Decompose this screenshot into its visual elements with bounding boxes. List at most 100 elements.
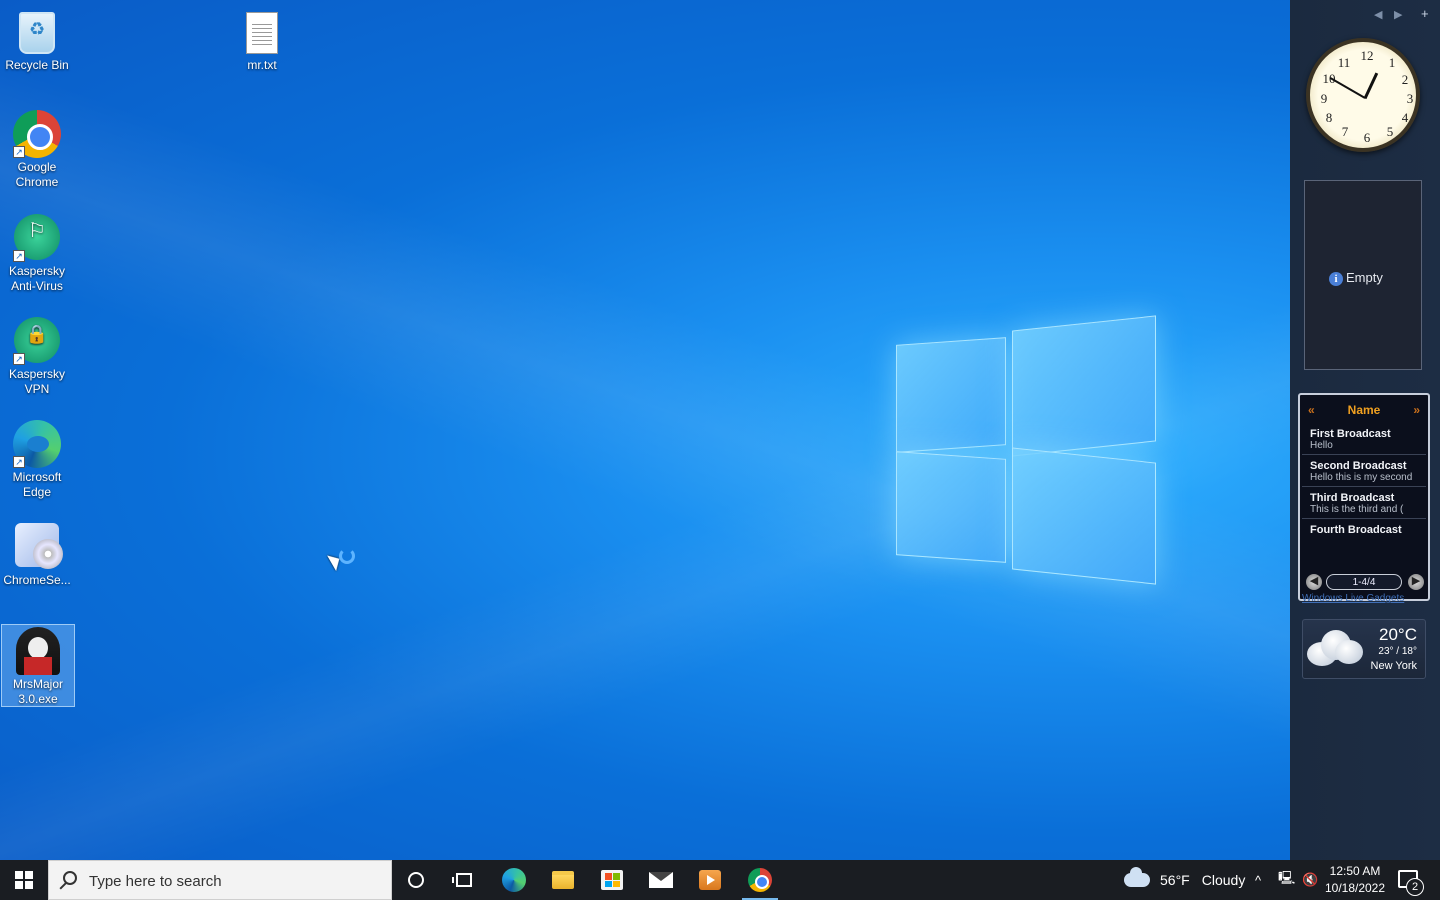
clock-numeral: 1	[1388, 55, 1396, 70]
chevron-up-icon: ^	[1255, 872, 1262, 888]
shortcut-arrow-icon: ↗	[13, 146, 25, 158]
feed-item-snippet: This is the third and (	[1310, 504, 1404, 515]
cortana-button[interactable]	[392, 860, 440, 900]
taskbar-mail[interactable]	[637, 860, 685, 900]
shortcut-arrow-icon: ↗	[13, 456, 25, 468]
kaspersky-vpn-icon: ↗	[13, 317, 61, 365]
taskbar-store[interactable]	[588, 860, 636, 900]
desktop-icon-kaspersky-vpn[interactable]: ↗ Kaspersky VPN	[0, 311, 74, 397]
desktop-icon-label: MrsMajor 3.0.exe	[13, 677, 63, 706]
taskbar-date: 10/18/2022	[1324, 881, 1386, 895]
clock-minute-hand	[1329, 77, 1366, 99]
desktop-icon-label: ChromeSe...	[3, 573, 71, 587]
clock-hour-hand	[1363, 72, 1379, 100]
taskbar-clock[interactable]: 12:50 AM 10/18/2022	[1320, 863, 1390, 897]
feed-page-indicator: 1-4/4	[1326, 574, 1402, 590]
slideshow-empty-status: i Empty	[1329, 270, 1383, 286]
clock-numeral: 7	[1341, 124, 1349, 139]
search-icon	[63, 871, 77, 885]
shortcut-arrow-icon: ↗	[13, 250, 25, 262]
chrome-icon: ↗	[13, 110, 61, 158]
feed-prev-icon[interactable]: «	[1308, 395, 1315, 425]
clock-numeral: 2	[1401, 72, 1409, 87]
taskbar-time: 12:50 AM	[1329, 864, 1381, 878]
windows-start-icon	[15, 871, 33, 889]
feed-page-prev-icon[interactable]: ◀	[1306, 574, 1322, 590]
weather-city: New York	[1370, 660, 1417, 672]
clock-numeral: 6	[1363, 130, 1371, 145]
mail-icon	[649, 872, 673, 888]
slideshow-gadget[interactable]: i Empty	[1304, 180, 1422, 370]
taskbar-media-player[interactable]	[686, 860, 734, 900]
network-icon: 🖳	[1278, 870, 1296, 885]
store-icon	[601, 870, 623, 890]
clock-numeral: 8	[1325, 110, 1333, 125]
desktop-icon-mrsmajor-exe[interactable]: MrsMajor 3.0.exe	[1, 624, 75, 707]
feed-item[interactable]: Second Broadcast Hello this is my second	[1302, 455, 1426, 487]
desktop-icon-label: Kaspersky Anti-Virus	[8, 264, 66, 293]
start-button[interactable]	[0, 860, 48, 900]
clock-numeral: 11	[1337, 55, 1351, 70]
feed-headlines-gadget[interactable]: « Name » First Broadcast Hello Second Br…	[1298, 393, 1430, 601]
network-tray-button[interactable]: 🖳	[1278, 860, 1295, 900]
taskbar-chrome[interactable]	[736, 860, 784, 900]
desktop-icon-label: Microsoft Edge	[12, 470, 62, 499]
feed-next-icon[interactable]: »	[1413, 395, 1420, 425]
desktop-icon-microsoft-edge[interactable]: ↗ Microsoft Edge	[0, 414, 74, 500]
file-explorer-icon	[552, 871, 574, 889]
busy-spinner-icon	[339, 548, 355, 564]
feed-item[interactable]: First Broadcast Hello	[1302, 423, 1426, 455]
taskbar-edge[interactable]	[490, 860, 538, 900]
desktop-icon-chromesetup[interactable]: ChromeSe...	[0, 517, 74, 588]
task-view-button[interactable]	[440, 860, 488, 900]
desktop-icon-recycle-bin[interactable]: Recycle Bin	[0, 2, 74, 73]
feed-pager: ◀ 1-4/4 ▶	[1304, 573, 1426, 591]
feed-item[interactable]: Third Broadcast This is the third and (	[1302, 487, 1426, 519]
shortcut-arrow-icon: ↗	[13, 353, 25, 365]
desktop-icon-google-chrome[interactable]: ↗ Google Chrome	[0, 104, 74, 190]
feed-item-title: Second Broadcast	[1310, 460, 1407, 472]
feed-page-next-icon[interactable]: ▶	[1408, 574, 1424, 590]
desktop-icon-kaspersky-antivirus[interactable]: ↗ Kaspersky Anti-Virus	[0, 208, 74, 294]
chrome-icon	[748, 868, 772, 892]
volume-tray-button[interactable]: 🔇	[1302, 860, 1318, 900]
sidebar-next-icon[interactable]: ▶	[1394, 8, 1402, 21]
recycle-bin-icon	[13, 8, 61, 56]
weather-high-low: 23° / 18°	[1378, 646, 1417, 657]
clock-numeral: 3	[1406, 91, 1414, 106]
clock-numeral: 5	[1386, 124, 1394, 139]
edge-icon: ↗	[13, 420, 61, 468]
taskbar-weather-widget[interactable]: 56°F Cloudy	[1124, 860, 1245, 900]
show-hidden-icons-button[interactable]: ^	[1255, 860, 1261, 900]
windows-logo-wallpaper	[890, 315, 1160, 590]
desktop-icon-mr-txt[interactable]: mr.txt	[225, 2, 299, 73]
taskbar: 56°F Cloudy ^ 🖳 🔇 12:50 AM 10/18/2022 2	[0, 860, 1440, 900]
clock-gadget[interactable]: 12 1 2 3 4 5 6 7 8 9 10 11	[1306, 38, 1420, 152]
setup-disc-icon	[13, 523, 63, 571]
weather-temperature: 20°C	[1379, 625, 1417, 644]
info-icon: i	[1329, 272, 1343, 286]
windows-live-gadgets-link[interactable]: Windows Live Gadgets	[1302, 593, 1404, 604]
desktop-icon-label: Google Chrome	[15, 160, 59, 189]
feed-title[interactable]: Name	[1348, 403, 1381, 417]
mrsmajor-executable-icon	[14, 627, 62, 675]
taskbar-search-box[interactable]	[48, 860, 392, 900]
taskbar-file-explorer[interactable]	[539, 860, 587, 900]
search-input[interactable]	[89, 869, 379, 893]
task-view-icon	[452, 873, 472, 887]
volume-muted-icon: 🔇	[1302, 872, 1319, 887]
cloud-icon	[1124, 867, 1150, 887]
kaspersky-antivirus-icon: ↗	[13, 214, 61, 262]
edge-icon	[502, 868, 526, 892]
sidebar-prev-icon[interactable]: ◀	[1374, 8, 1382, 21]
notification-count-badge: 2	[1406, 878, 1424, 896]
feed-item-title: First Broadcast	[1310, 428, 1391, 440]
add-gadget-icon[interactable]: +	[1421, 6, 1429, 21]
desktop-icon-label: mr.txt	[247, 58, 277, 72]
feed-item[interactable]: Fourth Broadcast	[1302, 519, 1426, 539]
weather-gadget[interactable]: 20°C 23° / 18° New York	[1302, 619, 1426, 679]
text-file-icon	[238, 8, 286, 56]
clock-numeral: 9	[1320, 91, 1328, 106]
feed-item-snippet: Hello	[1310, 440, 1333, 451]
feed-header: « Name »	[1300, 395, 1428, 423]
